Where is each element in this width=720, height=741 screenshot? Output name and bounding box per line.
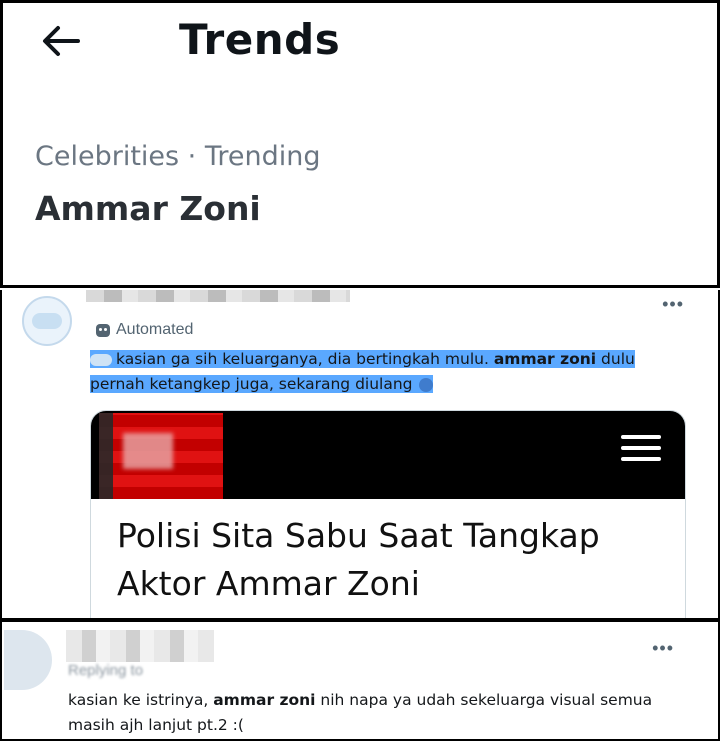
automated-label: Automated bbox=[96, 321, 193, 339]
avatar-logo bbox=[32, 313, 62, 329]
card-header-bar bbox=[91, 411, 685, 499]
blurred-username bbox=[66, 630, 214, 662]
arrow-left-icon bbox=[43, 26, 80, 56]
card-headline[interactable]: Polisi Sita Sabu Saat Tangkap Aktor Amma… bbox=[117, 512, 677, 608]
link-preview-card[interactable]: Polisi Sita Sabu Saat Tangkap Aktor Amma… bbox=[90, 410, 686, 618]
reply-text-part1: kasian ke istrinya, bbox=[68, 691, 214, 709]
tweet-text-part1: kasian ga sih keluarganya, dia bertingka… bbox=[116, 350, 494, 368]
replying-prefix: Replying to bbox=[68, 662, 144, 679]
reply-text-bold[interactable]: ammar zoni bbox=[213, 691, 315, 709]
tweet-automated[interactable]: ••• Automated kasian ga sih keluarganya,… bbox=[0, 290, 720, 620]
automated-text: Automated bbox=[116, 321, 194, 338]
avatar[interactable] bbox=[4, 630, 52, 690]
reply-text: kasian ke istrinya, ammar zoni nih napa … bbox=[68, 688, 688, 738]
sad-face-emoji-icon bbox=[418, 377, 433, 392]
trend-category: Celebrities · Trending bbox=[35, 141, 321, 172]
back-button[interactable] bbox=[37, 21, 83, 61]
trend-header-panel: Trends Celebrities · Trending Ammar Zoni bbox=[0, 0, 720, 288]
page-title: Trends bbox=[179, 15, 341, 64]
replying-to-line: Replying to bbox=[68, 662, 143, 679]
trend-name[interactable]: Ammar Zoni bbox=[35, 189, 261, 228]
tweet-text-bold[interactable]: ammar zoni bbox=[494, 350, 596, 368]
more-options-button[interactable]: ••• bbox=[662, 294, 684, 315]
more-options-button[interactable]: ••• bbox=[652, 638, 674, 659]
hamburger-menu-icon[interactable] bbox=[621, 435, 661, 467]
tweet-text: kasian ga sih keluarganya, dia bertingka… bbox=[90, 347, 680, 397]
blurred-username bbox=[86, 290, 350, 302]
news-site-logo bbox=[99, 413, 223, 499]
cloud-emoji-icon bbox=[90, 353, 112, 366]
tweet-reply[interactable]: Replying to ••• kasian ke istrinya, amma… bbox=[0, 620, 720, 741]
bot-icon bbox=[96, 323, 110, 337]
avatar[interactable] bbox=[22, 296, 72, 346]
